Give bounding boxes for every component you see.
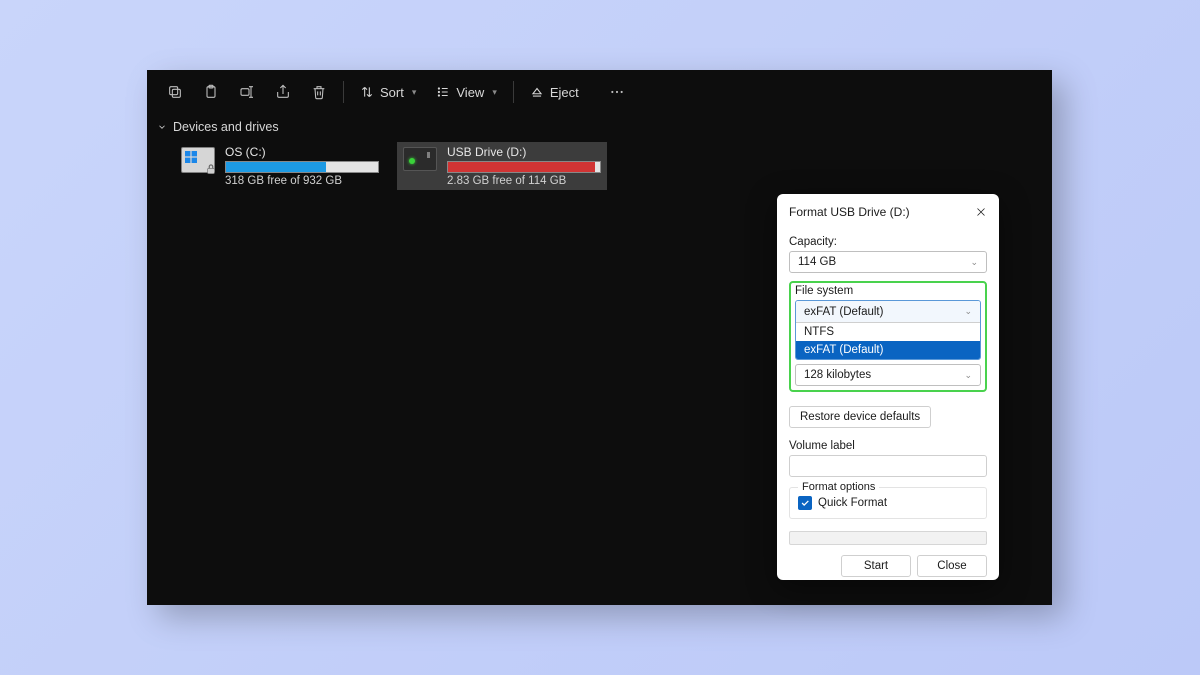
filesystem-label: File system [795, 285, 981, 297]
dialog-actions: Start Close [777, 545, 999, 577]
sort-button[interactable]: Sort ▾ [350, 74, 426, 110]
lock-icon [204, 162, 218, 176]
close-dialog-button[interactable]: Close [917, 555, 987, 577]
section-title: Devices and drives [173, 120, 279, 134]
drive-icon [403, 147, 439, 175]
paste-icon[interactable] [193, 74, 229, 110]
quick-format-row[interactable]: Quick Format [798, 496, 978, 510]
view-label: View [456, 85, 484, 100]
chevron-down-icon: ▾ [412, 87, 417, 98]
drive-usb-d[interactable]: USB Drive (D:) 2.83 GB free of 114 GB [397, 142, 607, 190]
close-icon [975, 206, 987, 218]
drive-subtitle: 2.83 GB free of 114 GB [447, 175, 601, 187]
delete-icon[interactable] [301, 74, 337, 110]
format-options-group: Format options Quick Format [789, 487, 987, 519]
drive-title: USB Drive (D:) [447, 145, 601, 159]
filesystem-select[interactable]: exFAT (Default) ⌄ NTFS exFAT (Default) [795, 300, 981, 360]
quick-format-checkbox[interactable] [798, 496, 812, 510]
fs-option-exfat[interactable]: exFAT (Default) [796, 341, 980, 359]
more-icon[interactable] [599, 74, 635, 110]
chevron-down-icon: ⌄ [964, 370, 972, 381]
dialog-title: Format USB Drive (D:) [789, 205, 910, 219]
allocation-select[interactable]: 128 kilobytes ⌄ [795, 364, 981, 386]
eject-label: Eject [550, 85, 579, 100]
capacity-bar [447, 161, 601, 173]
rename-icon[interactable] [229, 74, 265, 110]
allocation-value: 128 kilobytes [804, 369, 871, 381]
drive-os-c[interactable]: OS (C:) 318 GB free of 932 GB [175, 142, 385, 190]
chevron-down-icon: ▾ [492, 87, 497, 98]
restore-defaults-button[interactable]: Restore device defaults [789, 406, 931, 428]
close-button[interactable] [971, 202, 991, 222]
start-button[interactable]: Start [841, 555, 911, 577]
chevron-down-icon: ⌄ [970, 257, 978, 268]
copy-icon[interactable] [157, 74, 193, 110]
explorer-window: Sort ▾ View ▾ Eject Devices and drives [147, 70, 1052, 605]
format-options-legend: Format options [798, 481, 879, 493]
capacity-select[interactable]: 114 GB ⌄ [789, 251, 987, 273]
drive-subtitle: 318 GB free of 932 GB [225, 175, 379, 187]
fs-option-ntfs[interactable]: NTFS [796, 323, 980, 341]
dialog-titlebar: Format USB Drive (D:) [777, 194, 999, 228]
toolbar: Sort ▾ View ▾ Eject [147, 70, 1052, 114]
section-header[interactable]: Devices and drives [147, 114, 1052, 140]
quick-format-label: Quick Format [818, 497, 887, 509]
drive-title: OS (C:) [225, 145, 379, 159]
volume-label-input[interactable] [789, 455, 987, 477]
eject-button[interactable]: Eject [520, 74, 589, 110]
drive-icon [181, 147, 217, 175]
filesystem-value: exFAT (Default) [804, 306, 883, 318]
dialog-body: Capacity: 114 GB ⌄ File system exFAT (De… [777, 228, 999, 545]
capacity-label: Capacity: [789, 236, 987, 248]
capacity-value: 114 GB [798, 256, 836, 268]
drive-body: USB Drive (D:) 2.83 GB free of 114 GB [447, 145, 601, 187]
drives-list: OS (C:) 318 GB free of 932 GB USB Drive … [147, 140, 1052, 190]
filesystem-highlight-group: File system exFAT (Default) ⌄ NTFS exFAT… [789, 281, 987, 392]
chevron-down-icon: ⌄ [964, 306, 972, 317]
format-dialog: Format USB Drive (D:) Capacity: 114 GB ⌄… [777, 194, 999, 580]
share-icon[interactable] [265, 74, 301, 110]
chevron-down-icon [157, 122, 167, 132]
progress-bar [789, 531, 987, 545]
drive-body: OS (C:) 318 GB free of 932 GB [225, 145, 379, 187]
view-button[interactable]: View ▾ [426, 74, 506, 110]
volume-label-label: Volume label [789, 440, 987, 452]
toolbar-separator [343, 81, 344, 103]
toolbar-separator [513, 81, 514, 103]
sort-label: Sort [380, 85, 404, 100]
capacity-bar [225, 161, 379, 173]
check-icon [800, 498, 810, 508]
